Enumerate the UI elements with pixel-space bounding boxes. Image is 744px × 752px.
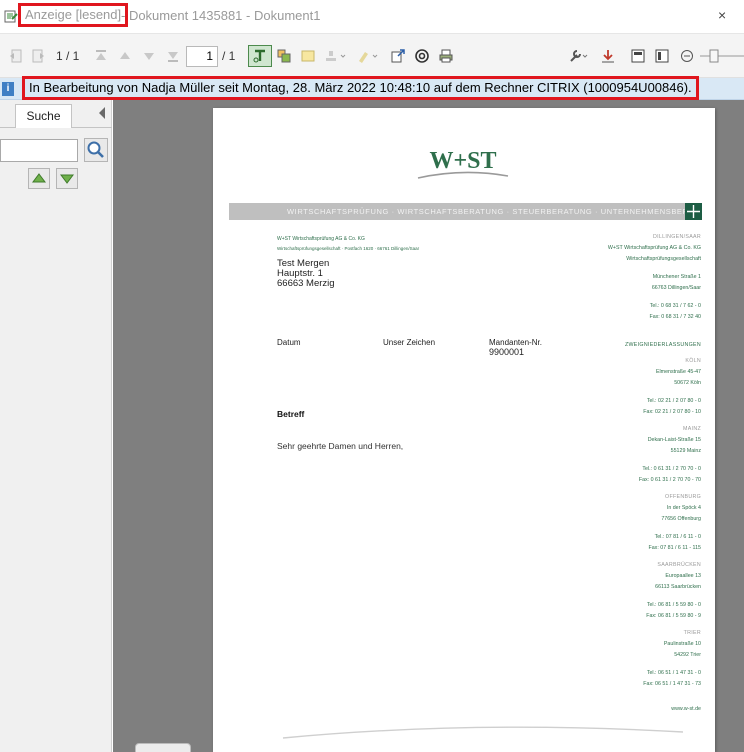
star-emblem-icon: [685, 203, 702, 220]
text-view-button[interactable]: [248, 45, 272, 67]
logo-text: W+ST: [429, 148, 496, 174]
office-line: 66113 Saarbrücken: [655, 584, 701, 590]
recipient-city: 66663 Merzig: [277, 278, 335, 289]
office-line: 54292 Trier: [674, 652, 701, 658]
office-line: 50672 Köln: [674, 380, 701, 386]
office-line: Fax: 02 21 / 2 07 80 - 10: [643, 409, 701, 415]
client-number-value: 9900001: [489, 347, 525, 357]
office-line: Wirtschaftsprüfungsgesellschaft: [626, 256, 701, 262]
document-viewer[interactable]: + W+ST WIRTSCHAFTSPRÜFUNG · WIRTSCHAFTSB…: [113, 100, 744, 752]
bottom-tab[interactable]: [135, 743, 191, 752]
document-index: 1 / 1: [56, 49, 80, 63]
office-line: Tel.: 07 81 / 6 11 - 0: [654, 534, 701, 540]
office-line: Fax: 0 61 31 / 2 70 70 - 70: [638, 477, 701, 483]
office-city: DILLINGEN/SAAR: [652, 234, 701, 240]
branches-heading: ZWEIGNIEDERLASSUNGEN: [624, 342, 701, 348]
export-icon[interactable]: [390, 46, 406, 66]
note-icon[interactable]: [300, 46, 316, 66]
office-city: TRIER: [683, 630, 701, 636]
office-line: Fax: 0 68 31 / 7 32 40: [649, 314, 701, 320]
first-page-icon[interactable]: [94, 46, 108, 66]
office-line: 55129 Mainz: [670, 448, 701, 454]
layout-icon[interactable]: [276, 46, 292, 66]
company-logo: W+ST: [408, 144, 518, 184]
email-icon[interactable]: [414, 46, 430, 66]
office-city: MAINZ: [683, 426, 701, 432]
office-line: In der Spöck 4: [666, 505, 701, 511]
close-window-button[interactable]: ×: [718, 7, 726, 23]
highlighter-dropdown-icon[interactable]: [356, 46, 380, 66]
page-total: / 1: [222, 49, 236, 63]
office-line: Tel.: 0 68 31 / 7 62 - 0: [649, 303, 701, 309]
info-bar: i In Bearbeitung von Nadja Müller seit M…: [0, 76, 744, 100]
office-line: 77656 Offenburg: [661, 516, 701, 522]
previous-document-icon[interactable]: [8, 46, 24, 66]
fit-page-icon[interactable]: [654, 46, 670, 66]
search-button[interactable]: [84, 138, 108, 162]
search-panel: Suche: [0, 100, 112, 752]
page-number-input[interactable]: 1: [186, 46, 218, 67]
zoom-slider[interactable]: [700, 46, 744, 66]
tab-suche[interactable]: Suche: [15, 104, 72, 128]
info-icon: i: [2, 82, 14, 96]
magnifier-icon: [87, 141, 104, 158]
office-line: Tel.: 06 81 / 5 59 80 - 0: [646, 602, 701, 608]
window-title: - Dokument 1435881 - Dokument1: [121, 8, 321, 23]
office-line: W+ST Wirtschaftsprüfung AG & Co. KG: [607, 245, 701, 251]
subject-heading: Betreff: [277, 409, 305, 419]
service-band: WIRTSCHAFTSPRÜFUNG · WIRTSCHAFTSBERATUNG…: [229, 203, 699, 220]
reference-label: Unser Zeichen: [383, 338, 436, 347]
office-line: Fax: 06 81 / 5 59 80 - 9: [646, 613, 701, 619]
sender-line-2: Wirtschaftsprüfungsgesellschaft · Postfa…: [277, 246, 420, 251]
print-icon[interactable]: [438, 46, 454, 66]
office-line: Münchener Straße 1: [652, 274, 701, 280]
text-tool-icon: [248, 45, 272, 67]
editing-lock-message: In Bearbeitung von Nadja Müller seit Mon…: [22, 76, 699, 100]
previous-result-button[interactable]: [28, 168, 50, 189]
office-line: Fax: 06 51 / 1 47 31 - 73: [643, 681, 701, 687]
office-line: Dekan-Laist-Straße 15: [647, 437, 701, 443]
footer-swoosh: [282, 726, 684, 739]
arrow-up-icon: [32, 173, 46, 183]
office-line: Fax: 07 81 / 6 11 - 115: [648, 545, 701, 551]
settings-wrench-icon[interactable]: [568, 46, 590, 66]
zoom-out-icon[interactable]: [680, 46, 694, 66]
client-number-label: Mandanten-Nr.: [489, 338, 542, 347]
toolbar: 1 / 1: [0, 34, 744, 78]
stamp-dropdown-icon[interactable]: [324, 46, 348, 66]
salutation: Sehr geehrte Damen und Herren,: [277, 441, 404, 451]
single-page-view-icon[interactable]: [630, 46, 646, 66]
office-line: Tel.: 06 51 / 1 47 31 - 0: [646, 670, 701, 676]
office-city: SAARBRÜCKEN: [657, 562, 701, 568]
office-city: KÖLN: [685, 358, 701, 364]
date-label: Datum: [277, 338, 301, 347]
office-line: Europaallee 13: [665, 573, 701, 579]
sender-line: W+ST Wirtschaftsprüfung AG & Co. KG: [277, 236, 365, 242]
office-line: 66763 Dillingen/Saar: [651, 285, 701, 291]
title-bar: Anzeige [lesend] - Dokument 1435881 - Do…: [0, 0, 744, 34]
document-page: W+ST WIRTSCHAFTSPRÜFUNG · WIRTSCHAFTSBER…: [213, 108, 715, 752]
search-input[interactable]: [0, 139, 78, 162]
download-icon[interactable]: [600, 46, 616, 66]
office-line: Tel.: 02 21 / 2 07 80 - 0: [646, 398, 701, 404]
next-page-icon[interactable]: [142, 46, 156, 66]
previous-page-icon[interactable]: [118, 46, 132, 66]
document-app-icon: [3, 8, 19, 24]
collapse-panel-icon[interactable]: [97, 106, 107, 120]
last-page-icon[interactable]: [166, 46, 180, 66]
office-city: OFFENBURG: [665, 494, 701, 500]
office-line: Tel.: 0 61 31 / 2 70 70 - 0: [642, 466, 701, 472]
arrow-down-icon: [60, 174, 74, 184]
view-mode-label: Anzeige [lesend]: [18, 3, 129, 27]
next-result-button[interactable]: [56, 168, 78, 189]
office-line: Paulinstraße 10: [663, 641, 701, 647]
next-document-icon[interactable]: [30, 46, 46, 66]
office-line: Elmenstraße 45-47: [655, 369, 701, 375]
